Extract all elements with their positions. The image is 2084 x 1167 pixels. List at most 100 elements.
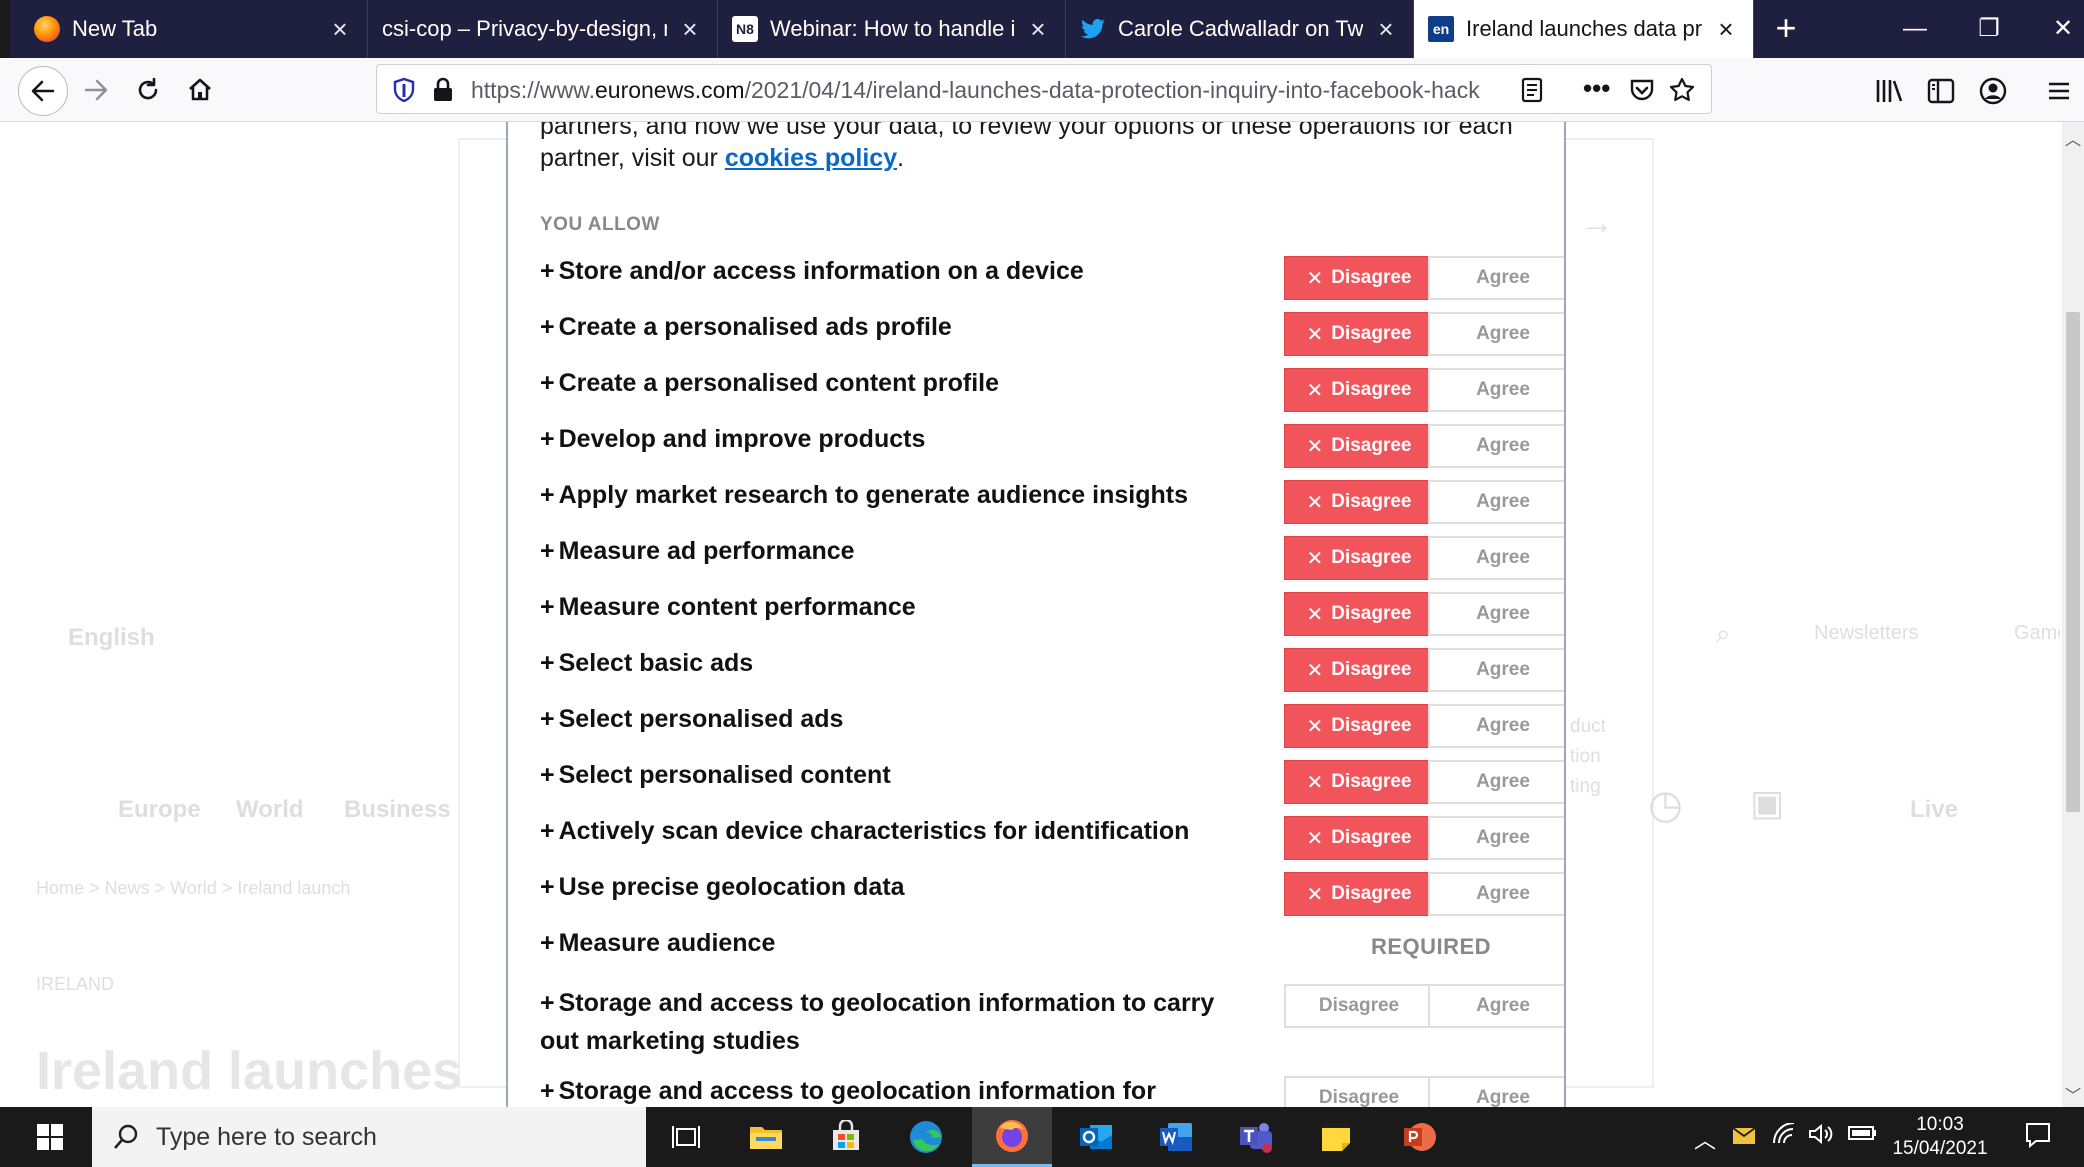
minimize-button[interactable]: — [1880,0,1950,58]
purpose-label[interactable]: + Measure ad performance [540,532,855,570]
purpose-label[interactable]: + Storage and access to geolocation infor… [540,1072,1156,1107]
disagree-button[interactable]: ✕ Disagree [1284,760,1434,804]
close-window-button[interactable]: ✕ [2028,0,2084,58]
disagree-button[interactable]: Disagree [1284,984,1434,1028]
tab-euronews[interactable]: en Ireland launches data protect × [1414,0,1754,58]
agree-button[interactable]: Agree [1428,760,1564,804]
expand-plus-icon[interactable]: + [540,929,555,957]
purpose-label[interactable]: + Measure audience [540,924,775,962]
expand-plus-icon[interactable]: + [540,989,555,1017]
expand-plus-icon[interactable]: + [540,817,555,845]
nav-item-europe[interactable]: Europe [118,796,201,824]
disagree-button[interactable]: ✕ Disagree [1284,536,1434,580]
task-view-button[interactable] [646,1107,726,1167]
agree-button[interactable]: Agree [1428,592,1564,636]
expand-plus-icon[interactable]: + [540,593,555,621]
disagree-button[interactable]: ✕ Disagree [1284,480,1434,524]
disagree-button[interactable]: ✕ Disagree [1284,424,1434,468]
taskbar-powerpoint[interactable] [1380,1107,1460,1167]
close-tab-icon[interactable]: × [677,14,703,45]
page-scrollbar[interactable]: ︿ ﹀ [2062,122,2084,1107]
restore-button[interactable]: ❐ [1954,0,2024,58]
tab-new-tab[interactable]: New Tab × [20,0,368,58]
sidebar-icon[interactable] [1926,76,1956,106]
agree-button[interactable]: Agree [1428,256,1564,300]
reload-button[interactable] [124,66,172,114]
disagree-button[interactable]: ✕ Disagree [1284,368,1434,412]
reader-view-icon[interactable] [1519,77,1545,103]
purpose-label[interactable]: + Select personalised ads [540,700,843,738]
taskbar-outlook[interactable] [1056,1107,1136,1167]
hamburger-menu-icon[interactable] [2046,76,2076,106]
wifi-icon[interactable] [1772,1122,1798,1151]
purpose-label[interactable]: + Storage and access to geolocation infor… [540,984,1240,1060]
breadcrumb-home[interactable]: Home [36,878,84,898]
url-text[interactable]: https://www.euronews.com/2021/04/14/irel… [471,77,1480,104]
purpose-label[interactable]: + Apply market research to generate audie… [540,476,1188,514]
agree-button[interactable]: Agree [1428,536,1564,580]
back-button[interactable] [18,66,68,116]
expand-plus-icon[interactable]: + [540,873,555,901]
expand-plus-icon[interactable]: + [540,537,555,565]
taskbar-file-explorer[interactable] [726,1107,806,1167]
battery-icon[interactable] [1848,1123,1878,1149]
disagree-button[interactable]: ✕ Disagree [1284,256,1434,300]
scroll-down-icon[interactable]: ﹀ [2062,1082,2084,1106]
purpose-label[interactable]: + Select basic ads [540,644,753,682]
start-button[interactable] [10,1107,90,1167]
new-tab-button[interactable]: + [1766,6,1806,50]
taskbar-word[interactable] [1136,1107,1216,1167]
scroll-up-icon[interactable]: ︿ [2062,126,2084,150]
purpose-label[interactable]: + Create a personalised ads profile [540,308,952,346]
show-hidden-icons-icon[interactable]: ︿ [1694,1123,1716,1155]
breadcrumb-world[interactable]: World [170,878,217,898]
disagree-button[interactable]: ✕ Disagree [1284,816,1434,860]
agree-button[interactable]: Agree [1428,1076,1564,1107]
taskbar-firefox[interactable] [972,1107,1052,1167]
expand-plus-icon[interactable]: + [540,481,555,509]
nav-item-world[interactable]: World [236,796,304,824]
account-icon[interactable] [1978,76,2008,106]
expand-plus-icon[interactable]: + [540,649,555,677]
disagree-button[interactable]: ✕ Disagree [1284,592,1434,636]
disagree-button[interactable]: ✕ Disagree [1284,312,1434,356]
expand-plus-icon[interactable]: + [540,257,555,285]
taskbar-store[interactable] [806,1107,886,1167]
agree-button[interactable]: Agree [1428,424,1564,468]
home-button[interactable] [176,66,224,114]
expand-plus-icon[interactable]: + [540,425,555,453]
expand-plus-icon[interactable]: + [540,313,555,341]
tracking-protection-shield-icon[interactable] [391,77,417,103]
scrollbar-thumb[interactable] [2066,312,2080,812]
games-link[interactable]: Games [2014,622,2060,645]
purpose-label[interactable]: + Use precise geolocation data [540,868,905,906]
taskbar-teams[interactable] [1216,1107,1296,1167]
tab-webinar[interactable]: N8 Webinar: How to handle imp × [718,0,1066,58]
taskbar-clock[interactable]: 10:03 15/04/2021 [1880,1113,2000,1161]
more-actions-icon[interactable]: ••• [1583,75,1610,103]
language-selector[interactable]: English [68,624,155,652]
disagree-button[interactable]: ✕ Disagree [1284,704,1434,748]
close-tab-icon[interactable]: × [327,14,353,45]
pocket-icon[interactable] [1629,77,1655,103]
forward-button[interactable] [72,66,120,114]
live-link[interactable]: Live [1910,796,1958,824]
tab-csi-cop[interactable]: csi-cop – Privacy-by-design, no tr × [368,0,718,58]
newsletters-link[interactable]: Newsletters [1814,622,1918,645]
notifications-icon[interactable] [2024,1121,2052,1155]
cookies-policy-link[interactable]: cookies policy [725,144,897,172]
bookmark-star-icon[interactable] [1669,77,1695,103]
tab-twitter[interactable]: Carole Cadwalladr on Twitter × [1066,0,1414,58]
agree-button[interactable]: Agree [1428,368,1564,412]
expand-plus-icon[interactable]: + [540,705,555,733]
url-bar[interactable]: https://www.euronews.com/2021/04/14/irel… [376,64,1712,114]
purpose-label[interactable]: + Select personalised content [540,756,891,794]
close-tab-icon[interactable]: × [1713,14,1739,45]
library-icon[interactable] [1874,76,1904,106]
purpose-label[interactable]: + Create a personalised content profile [540,364,999,402]
close-tab-icon[interactable]: × [1025,14,1051,45]
agree-button[interactable]: Agree [1428,312,1564,356]
agree-button[interactable]: Agree [1428,984,1564,1028]
breadcrumb-news[interactable]: News [105,878,150,898]
nav-item-business[interactable]: Business [344,796,451,824]
